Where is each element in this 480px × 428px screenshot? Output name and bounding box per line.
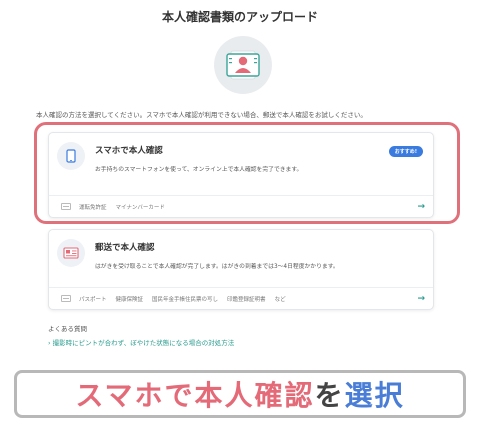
document-label: 印鑑登録証明書: [227, 296, 266, 303]
option-description: はがきを受け取ることで本人確認が完了します。はがきの到着までは3〜4日程度かかり…: [95, 264, 339, 270]
faq-link[interactable]: › 撮影時にピントが合わず、ぼやけた状態になる場合の対処方法: [48, 337, 234, 347]
faq-heading: よくある質問: [48, 325, 87, 333]
instruction-text: 本人確認の方法を選択してください。スマホで本人確認が利用できない場合、郵送で本人…: [36, 111, 367, 119]
selection-highlight: [34, 122, 460, 224]
option-postal-card[interactable]: 郵送で本人確認 はがきを受け取ることで本人確認が完了します。はがきの到着までは3…: [48, 229, 434, 310]
id-card-hero-icon: [214, 36, 272, 94]
caption-part-2: を: [314, 379, 345, 412]
document-label: 健康保険証: [115, 296, 144, 303]
page-title: 本人確認書類のアップロード: [161, 10, 318, 24]
arrow-right-icon[interactable]: →: [417, 294, 425, 304]
option-title: 郵送で本人確認: [95, 243, 155, 253]
postcard-icon: [57, 239, 85, 267]
id-card-icon: [61, 295, 71, 302]
caption-part-3: 選択: [344, 379, 405, 412]
caption-banner: スマホで本人確認 を 選択: [14, 370, 466, 418]
faq-link-text: 撮影時にピントが合わず、ぼやけた状態になる場合の対処方法: [52, 339, 235, 347]
document-label: パスポート: [79, 296, 107, 303]
document-label: 国民年金手帳住民票の写し: [152, 296, 219, 303]
document-label: など: [274, 296, 286, 303]
id-document-icon: [226, 50, 260, 80]
option-documents: パスポート 健康保険証 国民年金手帳住民票の写し 印鑑登録証明書 など →: [49, 287, 433, 309]
caption-part-1: スマホで本人確認: [75, 379, 315, 412]
